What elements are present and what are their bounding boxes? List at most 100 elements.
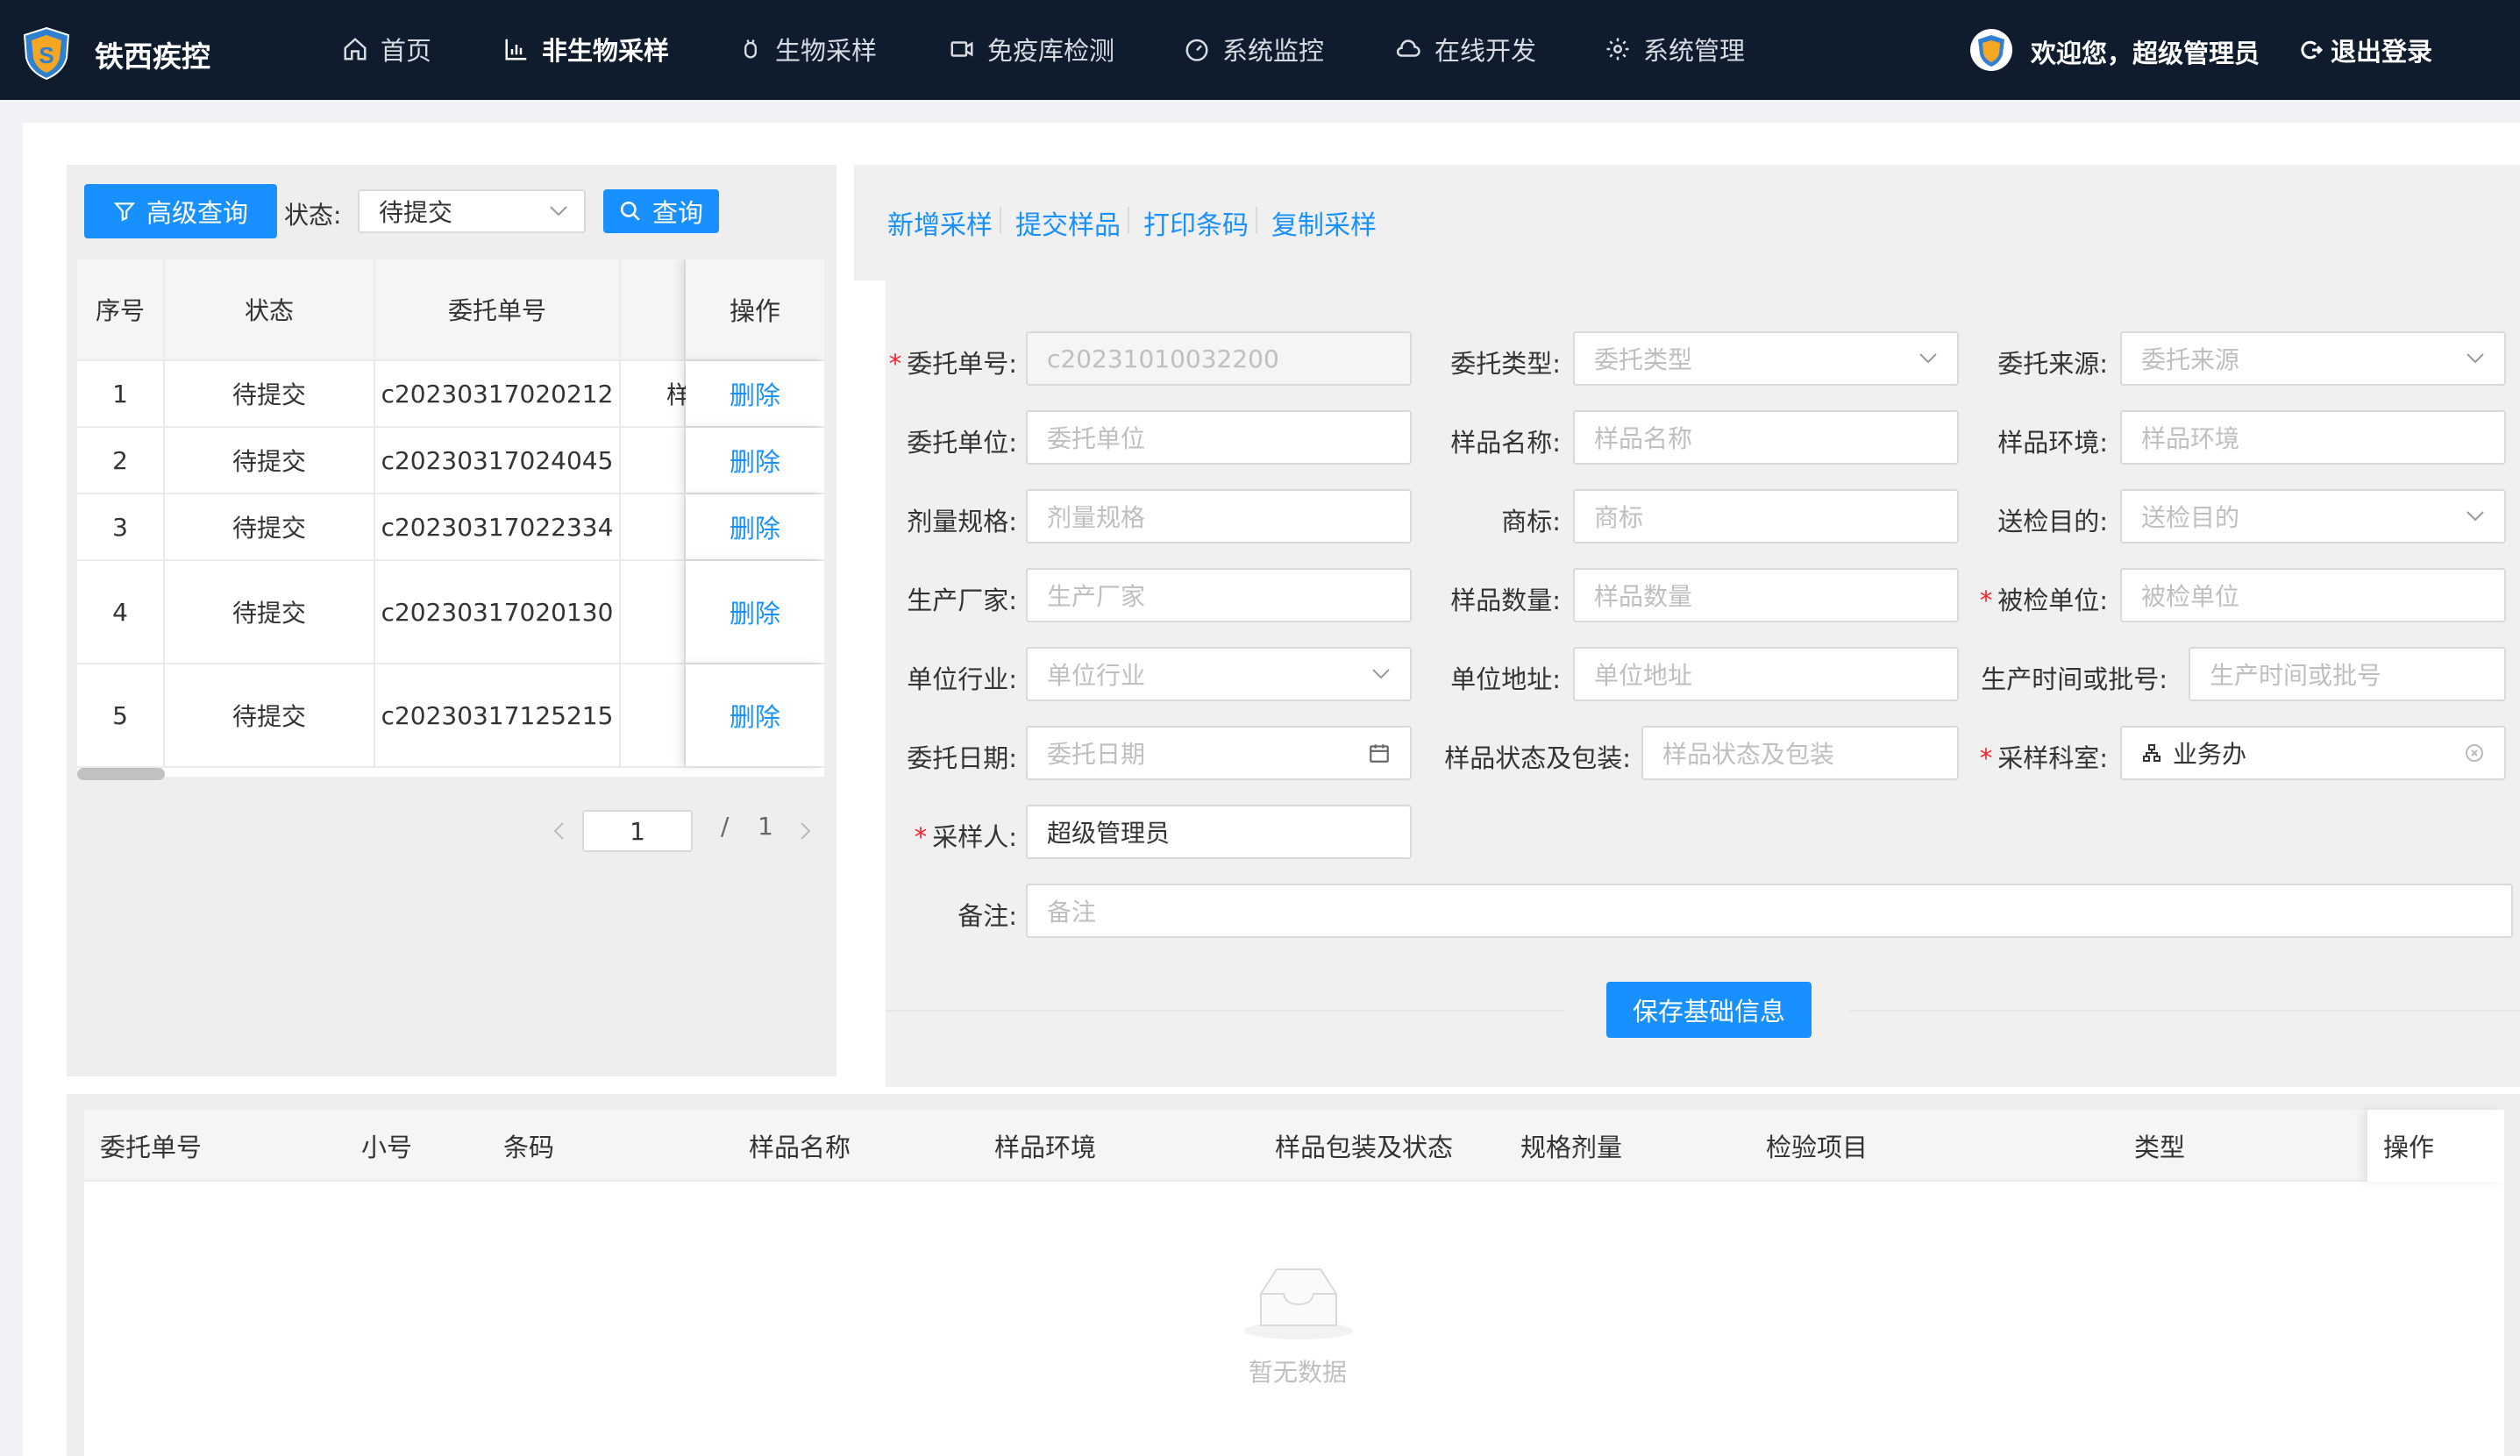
inspected-unit-label: * 被检单位: [1964,580,2108,617]
sample-env-label: 样品环境: [1997,428,2108,458]
status-select[interactable]: 待提交 [358,189,586,233]
brand-input[interactable]: 商标 [1573,489,1959,543]
required-mark: * [1979,586,1993,615]
user-avatar-icon[interactable] [1969,28,2013,72]
delete-link[interactable]: 删除 [686,664,824,766]
nav-nonbio-sampling[interactable]: 非生物采样 [503,32,669,67]
logout-icon [2301,40,2324,60]
chevron-down-icon [1919,353,1937,364]
row-extra [621,561,686,663]
nav-bio-sampling[interactable]: 生物采样 [738,32,877,67]
dose-spec-input[interactable]: 剂量规格 [1026,489,1412,543]
top-navbar: S 铁西疾控 首页 非生物采样 生物采样 免疫库检测 系统监控 在线开发 系统管… [0,0,2520,100]
chevron-left-icon[interactable] [551,820,568,842]
submit-sample-link[interactable]: 提交样品 [1015,203,1121,242]
manufacturer-label: 生产厂家: [907,586,1017,615]
copy-sample-link[interactable]: 复制采样 [1271,203,1377,242]
address-input[interactable]: 单位地址 [1573,647,1959,701]
package-input[interactable]: 样品状态及包装 [1641,726,1959,780]
sampler-input[interactable]: 超级管理员 [1026,805,1412,859]
order-source-select[interactable]: 委托来源 [2120,331,2506,386]
org-tree-icon [2143,744,2161,762]
delete-link[interactable]: 删除 [686,494,824,559]
status-select-value: 待提交 [379,198,453,227]
table-row[interactable]: 5 待提交 c20230317125215 删除 [77,664,824,768]
unit-input[interactable]: 委托单位 [1026,410,1412,465]
nav-label: 系统监控 [1222,36,1325,66]
sample-name-label: 样品名称: [1450,428,1561,458]
col-operation: 操作 [2367,1110,2504,1182]
sample-qty-label: 样品数量: [1450,586,1561,615]
required-mark: * [888,349,902,379]
row-status: 待提交 [165,494,375,559]
table-row[interactable]: 2 待提交 c20230317024045 删除 [77,428,824,494]
dept-tree-select[interactable]: 业务办 [2120,726,2506,780]
label-text: 采样科室: [1997,743,2108,773]
label-text: 委托单号: [907,349,1017,379]
purpose-select[interactable]: 送检目的 [2120,489,2506,543]
filter-icon [113,202,136,222]
industry-select[interactable]: 单位行业 [1026,647,1412,701]
advanced-query-button[interactable]: 高级查询 [84,184,277,238]
date-picker[interactable]: 委托日期 [1026,726,1412,780]
sample-env-input[interactable]: 样品环境 [2120,410,2506,465]
sample-qty-input[interactable]: 样品数量 [1573,568,1959,622]
nav-label: 免疫库检测 [987,36,1115,66]
col-package: 样品包装及状态 [1275,1133,1454,1162]
nav-system-monitor[interactable]: 系统监控 [1184,32,1324,67]
advanced-query-label: 高级查询 [146,198,248,228]
table-header-row: 委托单号 小号 条码 样品名称 样品环境 样品包装及状态 规格剂量 检验项目 类… [84,1110,2504,1182]
home-icon [344,38,367,60]
svg-text:S: S [39,42,53,68]
manufacturer-input[interactable]: 生产厂家 [1026,568,1412,622]
table-row[interactable]: 1 待提交 c20230317020212 样 删除 [77,361,824,428]
sample-name-input[interactable]: 样品名称 [1573,410,1959,465]
table-row[interactable]: 3 待提交 c20230317022334 删除 [77,494,824,561]
horizontal-scrollbar[interactable] [77,768,165,780]
placeholder: 委托来源 [2141,345,2240,374]
remark-input[interactable]: 备注 [1026,884,2513,938]
batch-input[interactable]: 生产时间或批号 [2189,647,2506,701]
gear-icon [1606,38,1629,60]
calendar-icon [1370,744,1389,763]
order-type-select[interactable]: 委托类型 [1573,331,1959,386]
chevron-right-icon[interactable] [796,820,814,842]
logout-button[interactable]: 退出登录 [2299,32,2432,68]
delete-link[interactable]: 删除 [686,361,824,426]
save-basic-info-button[interactable]: 保存基础信息 [1606,982,1812,1038]
table-row[interactable]: 4 待提交 c20230317020130 删除 [77,561,824,664]
logout-label: 退出登录 [2331,37,2433,67]
delete-link[interactable]: 删除 [686,561,824,663]
status-label: 状态: [284,201,342,230]
dept-value: 业务办 [2173,740,2247,769]
label-text: 被检单位: [1997,586,2108,615]
nav-home[interactable]: 首页 [342,32,431,67]
table-header-row: 序号 状态 委托单号 操作 [77,259,824,361]
col-type: 类型 [2134,1133,2186,1162]
inspected-unit-input[interactable]: 被检单位 [2120,568,2506,622]
welcome-text: 欢迎您，超级管理员 [2031,39,2260,68]
nav-online-dev[interactable]: 在线开发 [1394,32,1536,67]
row-status: 待提交 [165,361,375,426]
chevron-down-icon [2467,353,2484,364]
divider-line [886,1010,1564,1012]
col-status-header: 状态 [165,259,375,359]
nav-label: 在线开发 [1434,36,1537,66]
shield-logo-icon: S [23,26,70,81]
row-no: 3 [77,494,165,559]
col-sub-no: 小号 [361,1133,413,1162]
add-sample-link[interactable]: 新增采样 [887,203,993,242]
delete-link[interactable]: 删除 [686,428,824,493]
address-label: 单位地址: [1450,664,1561,694]
clear-circle-icon[interactable] [2464,742,2485,764]
print-barcode-link[interactable]: 打印条码 [1143,203,1249,242]
action-divider [1128,207,1129,233]
order-source-label: 委托来源: [1997,349,2108,379]
placeholder: 单位行业 [1047,661,1146,690]
query-button[interactable]: 查询 [603,189,719,233]
nav-system-admin[interactable]: 系统管理 [1605,32,1745,67]
page-number-input[interactable]: 1 [582,810,693,852]
row-extra [621,428,686,493]
nav-immune-test[interactable]: 免疫库检测 [949,32,1114,67]
dept-label: * 采样科室: [1964,738,2108,775]
